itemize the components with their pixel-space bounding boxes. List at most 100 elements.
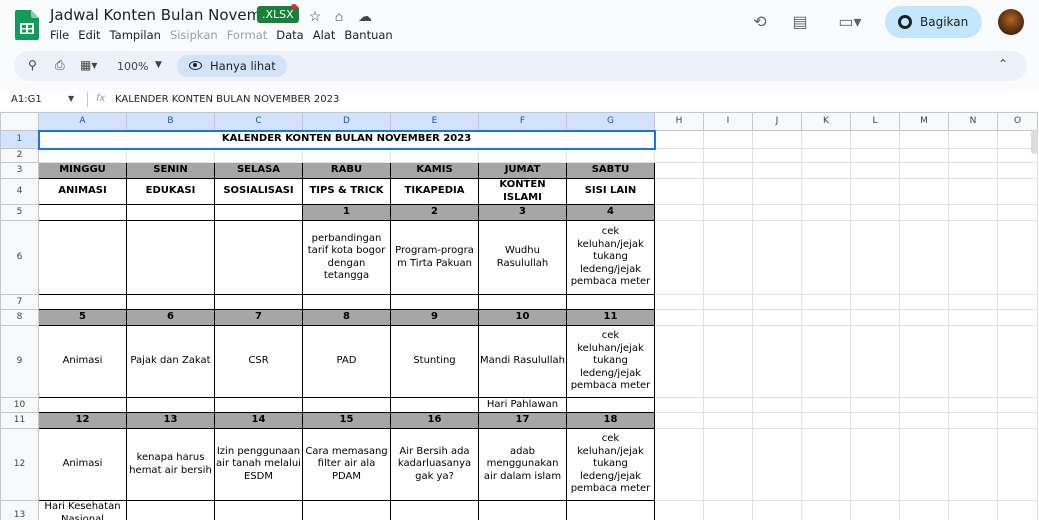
cell[interactable] [390, 148, 479, 163]
menu-tools[interactable]: Alat [313, 28, 336, 42]
cell[interactable] [478, 500, 567, 520]
cell[interactable] [214, 294, 303, 310]
menu-view[interactable]: Tampilan [110, 28, 161, 42]
date-cell[interactable]: 5 [38, 309, 127, 326]
date-cell[interactable]: 6 [126, 309, 215, 326]
cell[interactable] [948, 325, 998, 398]
cell[interactable] [390, 500, 479, 520]
zoom-select[interactable]: 100% [117, 60, 148, 73]
content-cell[interactable]: kenapa harus hemat air bersih [126, 428, 215, 501]
sheets-logo-icon[interactable] [15, 10, 39, 40]
theme-cell[interactable]: SOSIALISASI [214, 178, 303, 205]
meet-icon[interactable]: ▭▾ [834, 13, 866, 33]
theme-cell[interactable]: TIPS & TRICK [302, 178, 391, 205]
cell[interactable] [948, 294, 998, 310]
cell[interactable] [948, 162, 998, 179]
theme-cell[interactable]: KONTEN ISLAMI [478, 178, 567, 205]
cell[interactable] [38, 397, 127, 413]
cell[interactable] [997, 500, 1038, 520]
cell[interactable] [997, 162, 1038, 179]
cell[interactable] [654, 428, 704, 501]
cell[interactable] [899, 500, 949, 520]
cell[interactable] [801, 220, 851, 295]
cell[interactable] [752, 500, 802, 520]
cell[interactable] [899, 220, 949, 295]
cell[interactable] [752, 397, 802, 413]
cell[interactable] [850, 397, 900, 413]
cell[interactable] [566, 500, 655, 520]
document-title[interactable]: Jadwal Konten Bulan November [50, 6, 286, 24]
row-header-12[interactable]: 12 [0, 428, 39, 501]
row-header-9[interactable]: 9 [0, 325, 39, 398]
day-cell[interactable]: RABU [302, 162, 391, 179]
cell[interactable] [654, 148, 704, 163]
cell[interactable] [566, 148, 655, 163]
cell[interactable] [850, 412, 900, 429]
cell[interactable] [302, 500, 391, 520]
cell[interactable] [654, 178, 704, 205]
cell[interactable] [801, 428, 851, 501]
col-header-c[interactable]: C [214, 112, 303, 131]
cell[interactable] [126, 294, 215, 310]
cell[interactable] [850, 178, 900, 205]
cell[interactable] [703, 309, 753, 326]
content-cell[interactable]: Program-progra m Tirta Pakuan [390, 220, 479, 295]
content-cell[interactable]: adab menggunakan air dalam islam [478, 428, 567, 501]
col-header-b[interactable]: B [126, 112, 215, 131]
cell[interactable] [703, 325, 753, 398]
date-cell[interactable] [126, 204, 215, 221]
col-header-n[interactable]: N [948, 112, 998, 131]
view-only-button[interactable]: Hanya lihat [177, 55, 287, 77]
paint-format-icon[interactable]: ▦▾ [80, 58, 97, 72]
content-cell[interactable]: Mandi Rasulullah [478, 325, 567, 398]
cell[interactable] [899, 397, 949, 413]
theme-cell[interactable]: EDUKASI [126, 178, 215, 205]
collapse-toolbar-icon[interactable]: ⌃ [998, 57, 1008, 71]
day-cell[interactable]: SELASA [214, 162, 303, 179]
content-cell[interactable]: Animasi [38, 325, 127, 398]
cell[interactable] [703, 220, 753, 295]
content-cell[interactable]: CSR [214, 325, 303, 398]
note-cell[interactable]: Hari Pahlawan [478, 397, 567, 413]
cell[interactable] [948, 397, 998, 413]
row-header-10[interactable]: 10 [0, 397, 39, 413]
date-cell[interactable]: 11 [566, 309, 655, 326]
cell[interactable] [801, 130, 851, 149]
content-cell[interactable]: Wudhu Rasulullah [478, 220, 567, 295]
row-header-4[interactable]: 4 [0, 178, 39, 205]
cell[interactable] [997, 294, 1038, 310]
content-cell[interactable] [214, 220, 303, 295]
date-cell[interactable]: 17 [478, 412, 567, 429]
cell[interactable] [997, 397, 1038, 413]
cell[interactable] [390, 294, 479, 310]
cell[interactable] [752, 294, 802, 310]
col-header-d[interactable]: D [302, 112, 391, 131]
cell[interactable] [850, 309, 900, 326]
cell[interactable] [214, 148, 303, 163]
cell[interactable] [997, 220, 1038, 295]
cell[interactable] [654, 204, 704, 221]
cell[interactable] [654, 162, 704, 179]
content-cell[interactable]: Air Bersih ada kadarluasanya gak ya? [390, 428, 479, 501]
cell[interactable] [850, 500, 900, 520]
cell[interactable] [899, 428, 949, 501]
cell[interactable] [801, 178, 851, 205]
cell[interactable] [302, 148, 391, 163]
cell[interactable] [654, 325, 704, 398]
cell[interactable] [654, 294, 704, 310]
version-history-icon[interactable]: ⟲ [750, 13, 770, 33]
cell[interactable] [948, 428, 998, 501]
cell[interactable] [801, 500, 851, 520]
date-cell[interactable]: 14 [214, 412, 303, 429]
spreadsheet-grid[interactable]: A B C D E F G H I J K L M N O 1 KALENDER… [0, 112, 1039, 520]
content-cell[interactable]: Izin penggunaan air tanah melalui ESDM [214, 428, 303, 501]
cell[interactable] [703, 162, 753, 179]
cell[interactable] [948, 148, 998, 163]
name-box[interactable]: A1:G1 [11, 94, 42, 105]
cell[interactable] [801, 325, 851, 398]
row-header-6[interactable]: 6 [0, 220, 39, 295]
cell[interactable] [703, 397, 753, 413]
cell[interactable] [302, 294, 391, 310]
cell[interactable] [703, 178, 753, 205]
menu-data[interactable]: Data [276, 28, 303, 42]
